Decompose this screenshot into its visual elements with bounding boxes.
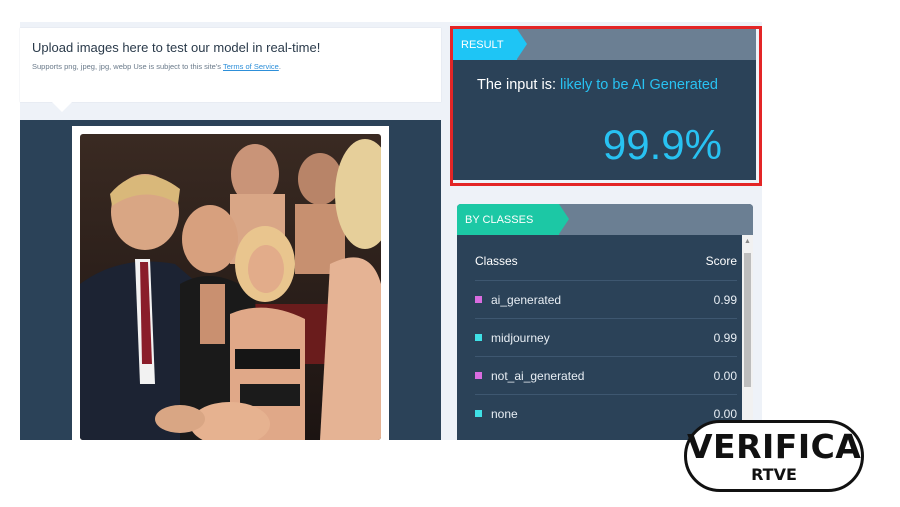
scroll-up-arrow-icon[interactable]: ▲: [744, 238, 751, 246]
scroll-thumb[interactable]: [744, 253, 751, 387]
upload-subtitle: Supports png, jpeg, jpg, webp Use is sub…: [32, 62, 281, 71]
upload-subtitle-end: .: [278, 62, 281, 71]
class-color-swatch: [475, 334, 482, 341]
class-label: midjourney: [491, 330, 550, 345]
upload-title: Upload images here to test our model in …: [32, 40, 321, 55]
logo-bottom-text: RTVE: [751, 465, 797, 484]
result-verdict: likely to be AI Generated: [560, 77, 719, 93]
result-prefix: The input is:: [477, 77, 561, 93]
classes-tag-label: BY CLASSES: [465, 213, 534, 226]
class-score: 0.99: [713, 330, 737, 345]
classes-panel: BY CLASSES Classes Score ai_generated 0.…: [457, 204, 753, 440]
class-score: 0.00: [713, 406, 737, 421]
class-color-swatch: [475, 372, 482, 379]
logo-top-text: VERIFICA: [687, 427, 862, 466]
verifica-rtve-logo: VERIFICA RTVE: [684, 420, 864, 492]
photo-illustration: [80, 134, 381, 440]
class-color-swatch: [475, 296, 482, 303]
class-row: midjourney 0.99: [475, 318, 737, 356]
class-color-swatch: [475, 410, 482, 417]
result-tag-label: RESULT: [461, 38, 504, 51]
result-score: 99.9%: [602, 121, 722, 168]
result-tag: RESULT: [453, 29, 517, 60]
classes-scrollbar[interactable]: ▲: [742, 235, 753, 440]
result-panel: RESULT The input is: likely to be AI Gen…: [453, 29, 756, 180]
class-row: not_ai_generated 0.00: [475, 356, 737, 394]
classes-tag-arrow: [559, 204, 569, 234]
column-classes: Classes: [475, 254, 518, 268]
image-frame: [72, 126, 389, 440]
class-label: ai_generated: [491, 292, 562, 307]
result-statement: The input is: likely to be AI Generated: [477, 77, 718, 93]
class-row: ai_generated 0.99: [475, 280, 737, 318]
class-score: 0.99: [713, 292, 737, 307]
classes-tag: BY CLASSES: [457, 204, 559, 235]
column-score: Score: [705, 254, 737, 268]
upload-subtitle-text: Supports png, jpeg, jpg, webp Use is sub…: [32, 62, 223, 71]
uploaded-photo: [80, 134, 381, 440]
class-score: 0.00: [713, 368, 737, 383]
class-label: none: [491, 406, 518, 421]
upload-instructions-card: Upload images here to test our model in …: [20, 28, 441, 102]
terms-of-service-link[interactable]: Terms of Service: [223, 62, 279, 71]
class-label: not_ai_generated: [491, 368, 585, 383]
result-tag-arrow: [517, 29, 527, 59]
card-pointer: [50, 100, 74, 112]
classes-table-header: Classes Score: [475, 254, 737, 268]
uploaded-image-panel[interactable]: [20, 120, 441, 440]
